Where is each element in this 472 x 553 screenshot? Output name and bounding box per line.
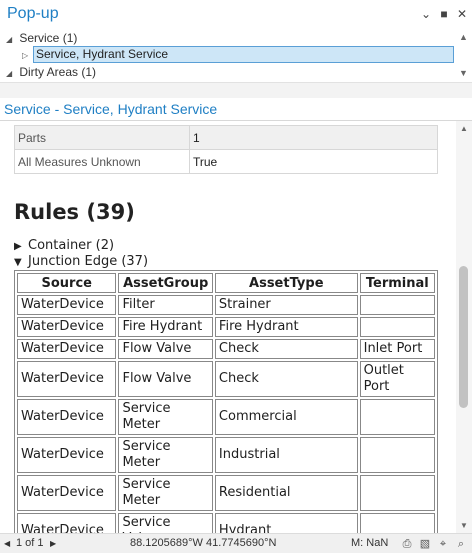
popup-content: Parts 1 All Measures Unknown True Rules … — [0, 121, 456, 533]
table-row: WaterDevice Service Meter Residential — [17, 475, 435, 511]
table-row: WaterDevice Service Meter Industrial — [17, 437, 435, 473]
print-icon[interactable]: ⎙ — [400, 537, 414, 551]
attribute-value: True — [189, 149, 438, 174]
locate-icon[interactable]: ⌖ — [436, 537, 450, 551]
cell-source: WaterDevice — [17, 339, 117, 359]
feature-title: Service - Service, Hydrant Service — [4, 101, 218, 117]
table-header-row: Source AssetGroup AssetType Terminal — [17, 273, 435, 293]
cell-source: WaterDevice — [17, 361, 117, 397]
next-page-icon[interactable]: ▶ — [50, 539, 56, 548]
cell-assettype: Residential — [214, 475, 358, 511]
cell-assettype: Fire Hydrant — [214, 317, 358, 337]
status-bar: ◀ 1 of 1 ▶ 88.1205689°W 41.7745690°N M: … — [0, 533, 472, 553]
maximize-icon[interactable]: ■ — [436, 6, 452, 22]
cell-assettype: Check — [214, 339, 358, 359]
cell-assetgroup: Flow Valve — [118, 339, 213, 359]
attribute-row: All Measures Unknown True — [14, 149, 438, 174]
cell-terminal — [359, 399, 435, 435]
page-indicator: 1 of 1 — [16, 537, 44, 549]
scroll-down-icon[interactable]: ▼ — [460, 521, 468, 530]
scroll-up-icon[interactable]: ▲ — [460, 124, 468, 133]
cell-terminal — [359, 513, 435, 533]
rules-group-junction-edge[interactable]: ▼ Junction Edge (37) — [14, 254, 148, 269]
rules-table: Source AssetGroup AssetType Terminal Wat… — [14, 270, 438, 533]
cell-assettype: Commercial — [214, 399, 358, 435]
cell-source: WaterDevice — [17, 437, 117, 473]
attribute-key: Parts — [14, 125, 190, 150]
chevron-down-icon[interactable]: ⌄ — [418, 6, 434, 22]
coordinates: 88.1205689°W 41.7745690°N — [130, 537, 277, 549]
scroll-up-icon[interactable]: ▲ — [459, 32, 468, 42]
table-row: WaterDevice Filter Strainer — [17, 295, 435, 315]
cell-assettype: Check — [214, 361, 358, 397]
tree-item-service[interactable]: ◢ Service (1) — [6, 30, 77, 47]
caret-collapsed-icon[interactable]: ▷ — [22, 47, 32, 64]
group-label: Container (2) — [28, 238, 115, 253]
title-bar: Pop-up ⌄ ■ ✕ — [0, 0, 472, 30]
tree-item-selected-feature[interactable]: Service, Hydrant Service — [33, 46, 454, 63]
caret-expanded-icon[interactable]: ◢ — [6, 31, 16, 48]
cell-terminal: Outlet Port — [359, 361, 435, 397]
column-header-assettype: AssetType — [214, 273, 358, 293]
attribute-row: Parts 1 — [14, 125, 438, 150]
panel-title: Pop-up — [7, 5, 59, 22]
export-icon[interactable]: ▧ — [418, 537, 432, 551]
rules-heading: Rules (39) — [14, 200, 135, 224]
cell-assetgroup: Fire Hydrant — [118, 317, 213, 337]
cell-assetgroup: Flow Valve — [118, 361, 213, 397]
measure-value: M: NaN — [351, 537, 389, 549]
attribute-table: Parts 1 All Measures Unknown True — [14, 125, 438, 174]
cell-assetgroup: Service Meter — [118, 475, 213, 511]
cell-source: WaterDevice — [17, 399, 117, 435]
attribute-value: 1 — [189, 125, 438, 150]
scroll-down-icon[interactable]: ▼ — [459, 68, 468, 78]
group-label: Junction Edge (37) — [28, 254, 149, 269]
tree-item-label: Service (1) — [19, 31, 78, 45]
caret-collapsed-icon[interactable]: ▶ — [14, 241, 28, 252]
caret-expanded-icon[interactable]: ◢ — [6, 65, 16, 82]
table-row: WaterDevice Flow Valve Check Inlet Port — [17, 339, 435, 359]
scrollbar-thumb[interactable] — [459, 266, 468, 408]
cell-assetgroup: Filter — [118, 295, 213, 315]
column-header-terminal: Terminal — [359, 273, 435, 293]
tree-item-caret[interactable]: ▷ — [22, 46, 32, 63]
caret-expanded-icon[interactable]: ▼ — [14, 257, 28, 268]
splitter[interactable] — [0, 82, 472, 98]
close-icon[interactable]: ✕ — [454, 6, 470, 22]
cell-source: WaterDevice — [17, 513, 117, 533]
cell-terminal — [359, 475, 435, 511]
rules-group-container[interactable]: ▶ Container (2) — [14, 238, 114, 253]
cell-assetgroup: Service Valve — [118, 513, 213, 533]
column-header-assetgroup: AssetGroup — [118, 273, 213, 293]
tree-item-label: Dirty Areas (1) — [19, 65, 97, 79]
tree-item-dirty-areas[interactable]: ◢ Dirty Areas (1) — [6, 64, 96, 81]
cell-assetgroup: Service Meter — [118, 437, 213, 473]
vertical-scrollbar[interactable]: ▲ ▼ — [456, 121, 472, 533]
column-header-source: Source — [17, 273, 117, 293]
attribute-key: All Measures Unknown — [14, 149, 190, 174]
table-row: WaterDevice Service Valve Hydrant — [17, 513, 435, 533]
zoom-icon[interactable]: ⌕ — [454, 537, 468, 551]
cell-terminal — [359, 295, 435, 315]
cell-source: WaterDevice — [17, 295, 117, 315]
cell-assetgroup: Service Meter — [118, 399, 213, 435]
table-row: WaterDevice Service Meter Commercial — [17, 399, 435, 435]
table-row: WaterDevice Flow Valve Check Outlet Port — [17, 361, 435, 397]
cell-terminal — [359, 317, 435, 337]
cell-source: WaterDevice — [17, 317, 117, 337]
cell-terminal — [359, 437, 435, 473]
cell-assettype: Industrial — [214, 437, 358, 473]
page-nav-icon[interactable]: ◀ — [4, 539, 10, 548]
cell-assettype: Hydrant — [214, 513, 358, 533]
table-row: WaterDevice Fire Hydrant Fire Hydrant — [17, 317, 435, 337]
cell-terminal: Inlet Port — [359, 339, 435, 359]
cell-source: WaterDevice — [17, 475, 117, 511]
cell-assettype: Strainer — [214, 295, 358, 315]
